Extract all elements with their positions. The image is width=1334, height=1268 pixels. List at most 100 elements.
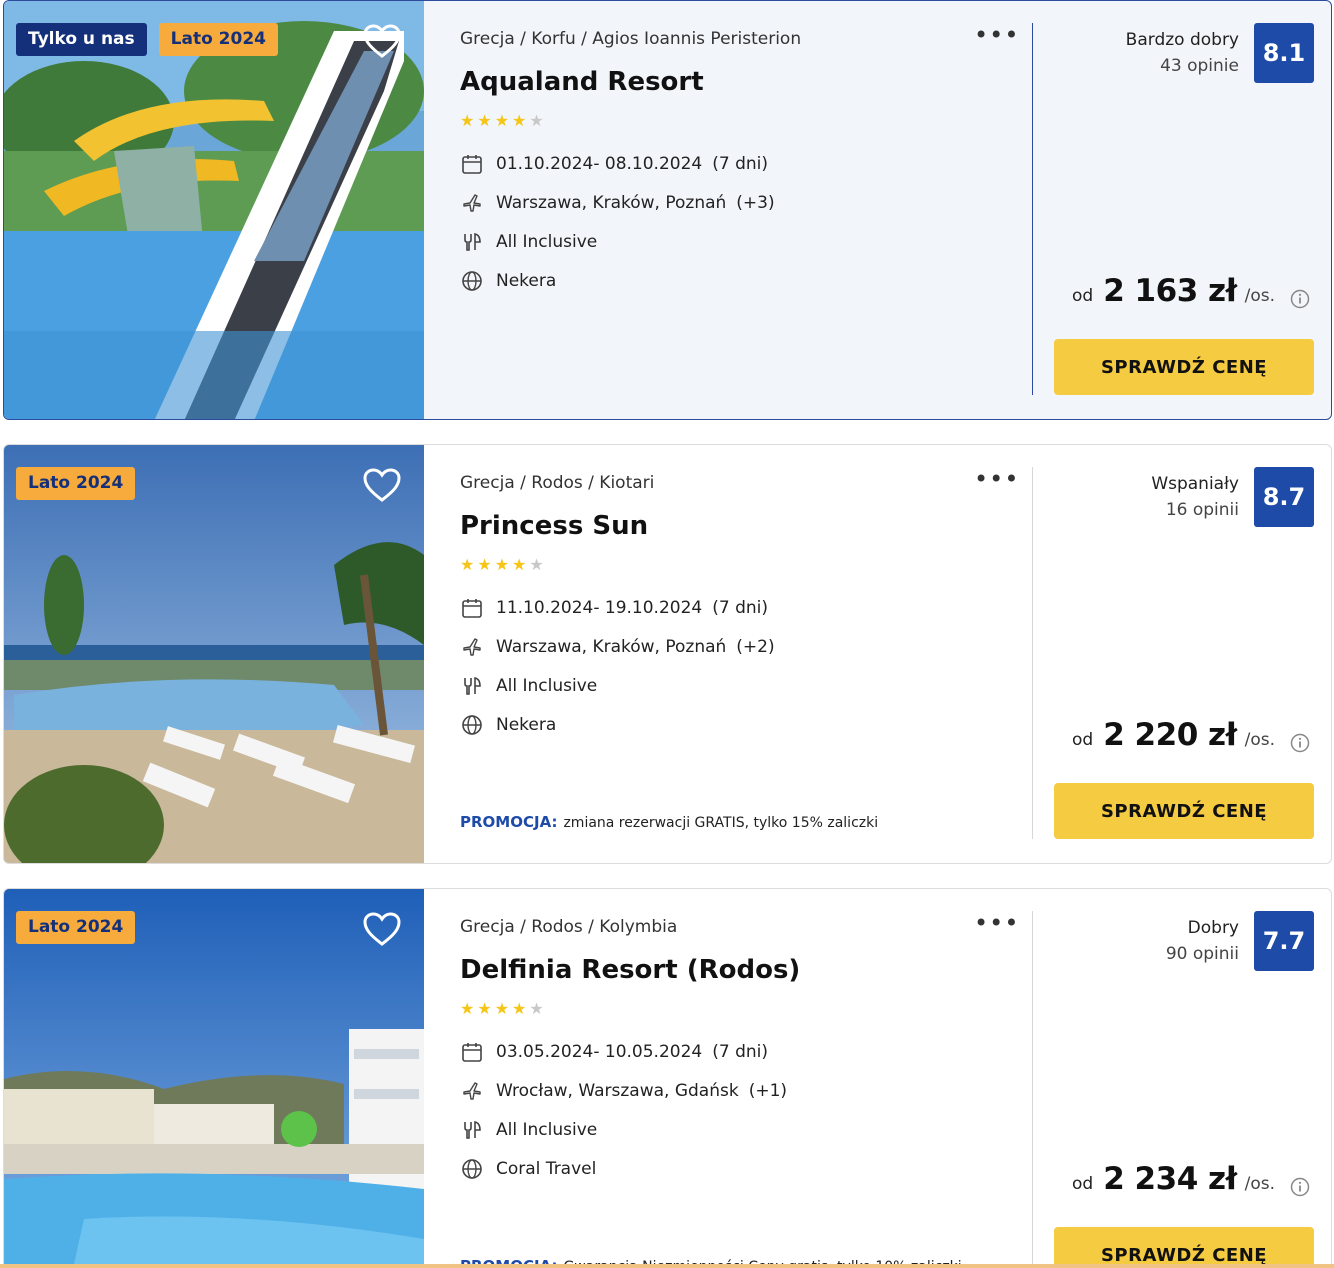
calendar-icon <box>460 596 484 620</box>
price-prefix: od <box>1071 1174 1094 1194</box>
rating-word: Wspaniały <box>1151 474 1239 494</box>
calendar-icon <box>460 1040 484 1064</box>
badge-exclusive: Tylko u nas <box>16 23 147 56</box>
plane-icon <box>460 191 484 215</box>
offer-info: Grecja / Korfu / Agios Ioannis Peristeri… <box>460 1 1020 419</box>
calendar-icon <box>460 152 484 176</box>
review-count[interactable]: 16 opinii <box>1151 497 1239 523</box>
more-dots-icon[interactable]: ••• <box>974 467 1019 491</box>
operator-row: Nekera <box>460 712 556 738</box>
globe-icon <box>460 713 484 737</box>
hotel-name[interactable]: Aqualand Resort <box>460 67 704 97</box>
heart-icon[interactable] <box>362 467 402 503</box>
price-block: od 2 234 zł /os. <box>1072 1161 1275 1197</box>
cutlery-icon <box>460 674 484 698</box>
price-block: od 2 163 zł /os. <box>1072 273 1275 309</box>
airports-more[interactable]: (+1) <box>749 1081 787 1101</box>
airports-more[interactable]: (+3) <box>736 193 774 213</box>
plane-icon <box>460 635 484 659</box>
airports-row: Warszawa, Kraków, Poznań (+2) <box>460 634 775 660</box>
board-row: All Inclusive <box>460 229 597 255</box>
dates-value: 01.10.2024- 08.10.2024 <box>496 154 703 174</box>
score-badge: 8.1 <box>1254 23 1314 83</box>
rating-summary: Wspaniały 16 opinii <box>1151 471 1239 523</box>
price-amount: 2 234 zł <box>1103 1161 1237 1197</box>
offer-card[interactable]: Lato 2024 Grecja / Rodos / Kolymbia ••• … <box>3 888 1332 1268</box>
divider <box>1032 23 1033 395</box>
more-dots-icon[interactable]: ••• <box>974 23 1019 47</box>
price-amount: 2 163 zł <box>1103 273 1237 309</box>
info-icon[interactable] <box>1290 733 1310 753</box>
divider <box>1032 911 1033 1268</box>
heart-icon[interactable] <box>362 911 402 947</box>
promo-label: PROMOCJA: <box>460 813 558 831</box>
offer-info: Grecja / Rodos / Kiotari ••• Princess Su… <box>460 445 1020 863</box>
review-count[interactable]: 90 opinii <box>1166 941 1239 967</box>
badge-season: Lato 2024 <box>16 911 136 944</box>
info-icon[interactable] <box>1290 1177 1310 1197</box>
star-rating: ★★★★★ <box>460 999 547 1018</box>
divider <box>1032 467 1033 839</box>
rating-summary: Bardzo dobry 43 opinie <box>1126 27 1239 79</box>
badge-season: Lato 2024 <box>16 467 136 500</box>
price-prefix: od <box>1071 730 1094 750</box>
hotel-photo[interactable]: Lato 2024 <box>4 445 424 863</box>
airports-value: Warszawa, Kraków, Poznań <box>496 193 727 213</box>
location-breadcrumb[interactable]: Grecja / Rodos / Kolymbia <box>460 917 677 937</box>
operator-value: Nekera <box>496 271 557 291</box>
cutlery-icon <box>460 1118 484 1142</box>
board-row: All Inclusive <box>460 1117 597 1143</box>
airports-row: Warszawa, Kraków, Poznań (+3) <box>460 190 775 216</box>
rating-word: Dobry <box>1187 918 1239 938</box>
board-value: All Inclusive <box>496 676 598 696</box>
duration-value: (7 dni) <box>712 598 768 618</box>
airports-row: Wrocław, Warszawa, Gdańsk (+1) <box>460 1078 787 1104</box>
promo-line: PROMOCJA: zmiana rezerwacji GRATIS, tylko… <box>460 813 878 831</box>
hotel-name[interactable]: Delfinia Resort (Rodos) <box>460 955 800 985</box>
promo-text: zmiana rezerwacji GRATIS, tylko 15% zali… <box>563 815 879 831</box>
location-breadcrumb[interactable]: Grecja / Rodos / Kiotari <box>460 473 654 493</box>
check-price-button[interactable]: SPRAWDŹ CENĘ <box>1054 783 1314 839</box>
dates-row: 01.10.2024- 08.10.2024 (7 dni) <box>460 151 768 177</box>
star-rating: ★★★★★ <box>460 555 547 574</box>
score-badge: 8.7 <box>1254 467 1314 527</box>
price-unit: /os. <box>1244 286 1275 306</box>
airports-value: Warszawa, Kraków, Poznań <box>496 637 727 657</box>
hotel-photo[interactable]: Lato 2024 <box>4 889 424 1268</box>
board-value: All Inclusive <box>496 1120 598 1140</box>
rating-summary: Dobry 90 opinii <box>1166 915 1239 967</box>
review-count[interactable]: 43 opinie <box>1126 53 1239 79</box>
heart-icon[interactable] <box>362 23 402 59</box>
airports-value: Wrocław, Warszawa, Gdańsk <box>496 1081 739 1101</box>
location-breadcrumb[interactable]: Grecja / Korfu / Agios Ioannis Peristeri… <box>460 29 801 49</box>
dates-value: 03.05.2024- 10.05.2024 <box>496 1042 703 1062</box>
operator-row: Nekera <box>460 268 556 294</box>
star-rating: ★★★★★ <box>460 111 547 130</box>
airports-more[interactable]: (+2) <box>736 637 774 657</box>
price-prefix: od <box>1071 286 1094 306</box>
operator-row: Coral Travel <box>460 1156 596 1182</box>
offer-card[interactable]: Tylko u nas Lato 2024 Grecja / Korfu / A… <box>3 0 1332 420</box>
offer-card[interactable]: Lato 2024 Grecja / Rodos / Kiotari ••• P… <box>3 444 1332 864</box>
globe-icon <box>460 1157 484 1181</box>
operator-value: Coral Travel <box>496 1159 597 1179</box>
hotel-name[interactable]: Princess Sun <box>460 511 648 541</box>
duration-value: (7 dni) <box>712 1042 768 1062</box>
rating-word: Bardzo dobry <box>1125 30 1239 50</box>
board-value: All Inclusive <box>496 232 598 252</box>
board-row: All Inclusive <box>460 673 597 699</box>
page-bottom-edge <box>0 1264 1334 1268</box>
hotel-photo[interactable]: Tylko u nas Lato 2024 <box>4 1 424 419</box>
operator-value: Nekera <box>496 715 557 735</box>
info-icon[interactable] <box>1290 289 1310 309</box>
check-price-button[interactable]: SPRAWDŹ CENĘ <box>1054 339 1314 395</box>
dates-row: 03.05.2024- 10.05.2024 (7 dni) <box>460 1039 768 1065</box>
more-dots-icon[interactable]: ••• <box>974 911 1019 935</box>
offer-info: Grecja / Rodos / Kolymbia ••• Delfinia R… <box>460 889 1020 1268</box>
check-price-button[interactable]: SPRAWDŹ CENĘ <box>1054 1227 1314 1268</box>
duration-value: (7 dni) <box>712 154 768 174</box>
badge-season: Lato 2024 <box>158 23 278 56</box>
globe-icon <box>460 269 484 293</box>
dates-row: 11.10.2024- 19.10.2024 (7 dni) <box>460 595 768 621</box>
dates-value: 11.10.2024- 19.10.2024 <box>496 598 703 618</box>
